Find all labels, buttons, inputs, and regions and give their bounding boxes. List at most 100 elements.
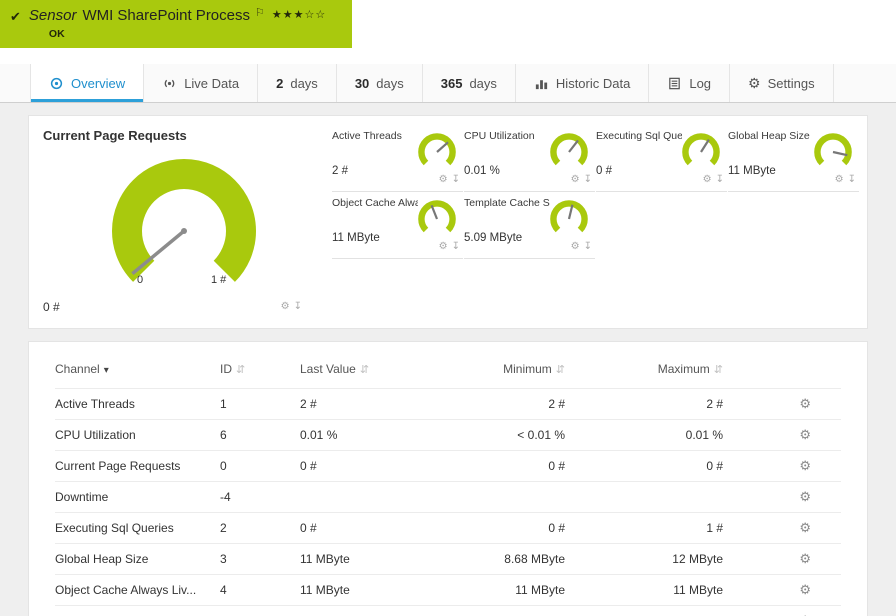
main-gauge: 0 1 #: [99, 146, 269, 291]
pin-icon[interactable]: ↧: [452, 175, 460, 185]
tab-label: days: [469, 75, 497, 91]
live-data-icon: [164, 79, 175, 87]
gauge-label: Global Heap Size: [728, 130, 810, 142]
cell-last-value: 2 #: [300, 388, 450, 420]
col-header-last-value[interactable]: Last Value ⇵: [300, 358, 450, 389]
sensor-title-line: Sensor WMI SharePoint Process ⚐ ★★★☆☆: [29, 6, 326, 24]
gauge-needle: [430, 204, 439, 220]
cell-minimum: 3.75 MByte: [450, 605, 565, 616]
table-row[interactable]: Active Threads 1 2 # 2 # 2 # ⚙: [55, 388, 841, 420]
pin-icon[interactable]: ↧: [452, 242, 460, 252]
pin-icon[interactable]: ↧: [848, 175, 856, 185]
gauge-label: Executing Sql Queries: [596, 130, 682, 142]
overview-icon: [50, 77, 63, 89]
table-header-row: Channel ▾ ID ⇵ Last Value ⇵ Minimum ⇵ Maximu…: [55, 358, 841, 389]
tab-365-days[interactable]: 365 days: [423, 64, 516, 102]
table-row[interactable]: CPU Utilization 6 0.01 % < 0.01 % 0.01 %…: [55, 419, 841, 451]
settings-gear-icon: ⚙: [748, 75, 761, 91]
col-header-minimum[interactable]: Minimum ⇵: [450, 358, 565, 389]
cell-id: 2: [220, 512, 300, 544]
content-area: Current Page Requests 0 1 # 0 # ⚙ ↧ Acti…: [0, 103, 896, 616]
col-header-id[interactable]: ID ⇵: [220, 358, 300, 389]
gear-icon[interactable]: ⚙: [281, 302, 290, 312]
gauge-cpu-utilization[interactable]: CPU Utilization 0.01 % ⚙ ↧: [464, 128, 595, 192]
gauge-current-page-requests[interactable]: Current Page Requests 0 1 # 0 # ⚙ ↧: [43, 128, 328, 320]
table-row[interactable]: Global Heap Size 3 11 MByte 8.68 MByte 1…: [55, 543, 841, 575]
gauge-template-cache-size[interactable]: Template Cache Size 5.09 MByte ⚙ ↧: [464, 195, 595, 259]
col-header-maximum[interactable]: Maximum ⇵: [565, 358, 723, 389]
gear-icon[interactable]: ⚙: [703, 175, 712, 185]
stars-filled: ★★★: [271, 9, 305, 21]
pin-icon[interactable]: ↧: [584, 175, 592, 185]
cell-maximum: 0.01 %: [565, 419, 723, 451]
main-gauge-arc: [112, 159, 256, 282]
tab-2-days[interactable]: 2 days: [258, 64, 337, 102]
tab-label: Overview: [71, 75, 126, 91]
table-row[interactable]: Executing Sql Queries 2 0 # 0 # 1 # ⚙: [55, 512, 841, 544]
tab-30-days[interactable]: 30 days: [337, 64, 423, 102]
sort-icon: ⇵: [359, 364, 370, 376]
priority-stars[interactable]: ★★★☆☆: [272, 9, 326, 21]
channel-table: Channel ▾ ID ⇵ Last Value ⇵ Minimum ⇵ Maximu…: [55, 358, 841, 616]
table-row[interactable]: Downtime -4 ⚙: [55, 481, 841, 513]
sensor-status-badge: OK: [48, 28, 65, 40]
tab-label: days: [376, 75, 404, 91]
gauge-label: CPU Utilization: [464, 130, 535, 142]
gauge-object-cache-always-live[interactable]: Object Cache Always L... 11 MByte ⚙ ↧: [332, 195, 463, 259]
cell-last-value: 0 #: [300, 450, 450, 482]
table-row[interactable]: Object Cache Always Liv... 4 11 MByte 11…: [55, 574, 841, 606]
tab-settings[interactable]: ⚙ Settings: [730, 64, 834, 102]
table-row[interactable]: Current Page Requests 0 0 # 0 # 0 # ⚙: [55, 450, 841, 482]
tab-overview[interactable]: Overview: [30, 64, 145, 102]
gear-icon[interactable]: ⚙: [571, 175, 580, 185]
gear-icon[interactable]: ⚙: [571, 242, 580, 252]
gauge-needle: [568, 139, 579, 153]
channel-settings-icon[interactable]: ⚙: [799, 427, 811, 442]
cell-last-value: 11 MByte: [300, 574, 450, 606]
col-header-actions: [723, 358, 841, 389]
table-row[interactable]: Template Cache Size 5 5.09 MByte 3.75 MB…: [55, 605, 841, 616]
channel-settings-icon[interactable]: ⚙: [799, 551, 811, 566]
cell-channel: Object Cache Always Liv...: [55, 574, 220, 606]
channel-settings-icon[interactable]: ⚙: [799, 458, 811, 473]
sort-icon: ⇵: [236, 364, 246, 376]
cell-last-value: 0.01 %: [300, 419, 450, 451]
pin-icon[interactable]: ↧: [294, 302, 302, 312]
col-label: Maximum: [657, 362, 710, 376]
gauge-needle: [832, 150, 848, 157]
channel-settings-icon[interactable]: ⚙: [799, 582, 811, 597]
cell-channel: Current Page Requests: [55, 450, 220, 482]
cell-minimum: 2 #: [450, 388, 565, 420]
cell-channel: Global Heap Size: [55, 543, 220, 575]
cell-last-value: 0 #: [300, 512, 450, 544]
gear-icon[interactable]: ⚙: [439, 242, 448, 252]
channel-settings-icon[interactable]: ⚙: [799, 489, 811, 504]
cell-id: 3: [220, 543, 300, 575]
cell-maximum: 1 #: [565, 512, 723, 544]
gauge-value: 0 #: [596, 165, 612, 177]
tab-label: Historic Data: [555, 75, 631, 91]
topbar: ✔ Sensor WMI SharePoint Process ⚐ ★★★☆☆ OK: [0, 0, 896, 48]
gear-icon[interactable]: ⚙: [439, 175, 448, 185]
sort-icon: ⇵: [713, 364, 723, 376]
cell-channel: Active Threads: [55, 388, 220, 420]
gauge-active-threads[interactable]: Active Threads 2 # ⚙ ↧: [332, 128, 463, 192]
tab-label: Live Data: [184, 75, 240, 91]
channel-settings-icon[interactable]: ⚙: [799, 396, 811, 411]
sort-icon: ⇵: [555, 364, 565, 376]
banner-text: Sensor WMI SharePoint Process ⚐ ★★★☆☆ OK: [29, 6, 326, 40]
flag-icon[interactable]: ⚐: [255, 7, 265, 19]
channel-settings-icon[interactable]: ⚙: [799, 520, 811, 535]
tab-log[interactable]: Log: [649, 64, 731, 102]
small-gauges-grid: Active Threads 2 # ⚙ ↧ CPU Utilization 0…: [332, 128, 859, 320]
col-header-channel[interactable]: Channel ▾: [55, 358, 220, 389]
tab-historic-data[interactable]: Historic Data: [516, 64, 650, 102]
gear-icon[interactable]: ⚙: [835, 175, 844, 185]
cell-id: 6: [220, 419, 300, 451]
cell-last-value: [300, 481, 450, 513]
gauge-global-heap-size[interactable]: Global Heap Size 11 MByte ⚙ ↧: [728, 128, 859, 192]
pin-icon[interactable]: ↧: [584, 242, 592, 252]
gauge-executing-sql-queries[interactable]: Executing Sql Queries 0 # ⚙ ↧: [596, 128, 727, 192]
tab-live-data[interactable]: Live Data: [144, 64, 259, 102]
pin-icon[interactable]: ↧: [716, 175, 724, 185]
